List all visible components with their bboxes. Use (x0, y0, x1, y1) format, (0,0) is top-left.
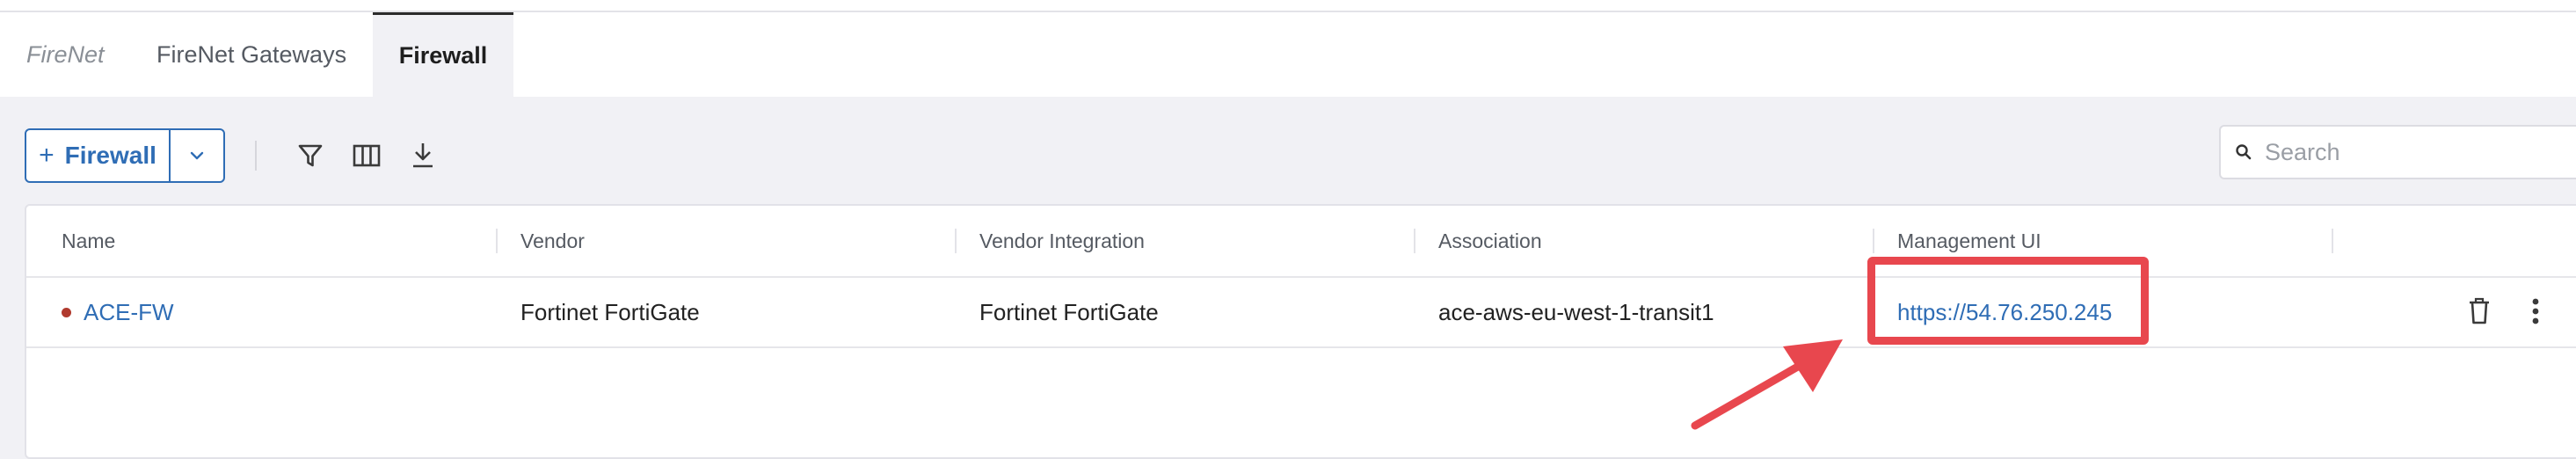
add-firewall-label: Firewall (64, 142, 156, 169)
download-button[interactable] (406, 139, 440, 172)
top-border (0, 0, 2576, 12)
column-header-association[interactable]: Association (1438, 206, 1542, 276)
cell-vendor-integration: Fortinet FortiGate (979, 298, 1159, 325)
add-firewall-button[interactable]: + Firewall (26, 130, 171, 181)
search-box (2219, 125, 2576, 179)
add-firewall-button-group: + Firewall (25, 128, 225, 183)
column-header-name[interactable]: Name (62, 206, 115, 276)
column-resize-handle[interactable] (2332, 229, 2333, 253)
firewall-table: Name Vendor Vendor Integration Associati… (25, 204, 2576, 459)
cell-name: ACE-FW (62, 278, 174, 346)
tab-firewall[interactable]: Firewall (373, 12, 513, 97)
toolbar-divider (255, 141, 257, 171)
firewall-name-link[interactable]: ACE-FW (84, 299, 174, 326)
column-resize-handle[interactable] (1414, 229, 1415, 253)
column-resize-handle[interactable] (1873, 229, 1874, 253)
more-options-button[interactable] (2518, 294, 2553, 329)
columns-icon (353, 144, 381, 167)
delete-button[interactable] (2462, 294, 2497, 329)
column-resize-handle[interactable] (955, 229, 957, 253)
tab-bar: FireNet FireNet Gateways Firewall (0, 12, 2576, 97)
plus-icon: + (39, 141, 55, 170)
annotation-highlight-box (1867, 257, 2149, 345)
column-header-vendor[interactable]: Vendor (520, 206, 585, 276)
filter-button[interactable] (294, 139, 327, 172)
add-firewall-dropdown-button[interactable] (171, 130, 223, 181)
table-header: Name Vendor Vendor Integration Associati… (26, 206, 2576, 278)
column-header-vendor-integration[interactable]: Vendor Integration (979, 206, 1145, 276)
trash-icon (2470, 297, 2489, 324)
table-row: ACE-FW Fortinet FortiGate Fortinet Forti… (26, 278, 2576, 348)
cell-vendor: Fortinet FortiGate (520, 298, 700, 325)
search-input[interactable] (2263, 137, 2576, 167)
columns-button[interactable] (350, 139, 383, 172)
breadcrumb-firenet[interactable]: FireNet (0, 12, 129, 97)
annotation-arrow-icon (1691, 339, 1843, 430)
column-resize-handle[interactable] (496, 229, 498, 253)
more-vertical-icon (2532, 298, 2539, 324)
tab-firenet-gateways[interactable]: FireNet Gateways (132, 12, 371, 97)
status-dot (62, 307, 71, 317)
chevron-down-icon (190, 151, 204, 160)
filter-icon (298, 144, 323, 167)
download-icon (413, 143, 433, 168)
search-icon (2224, 143, 2263, 161)
